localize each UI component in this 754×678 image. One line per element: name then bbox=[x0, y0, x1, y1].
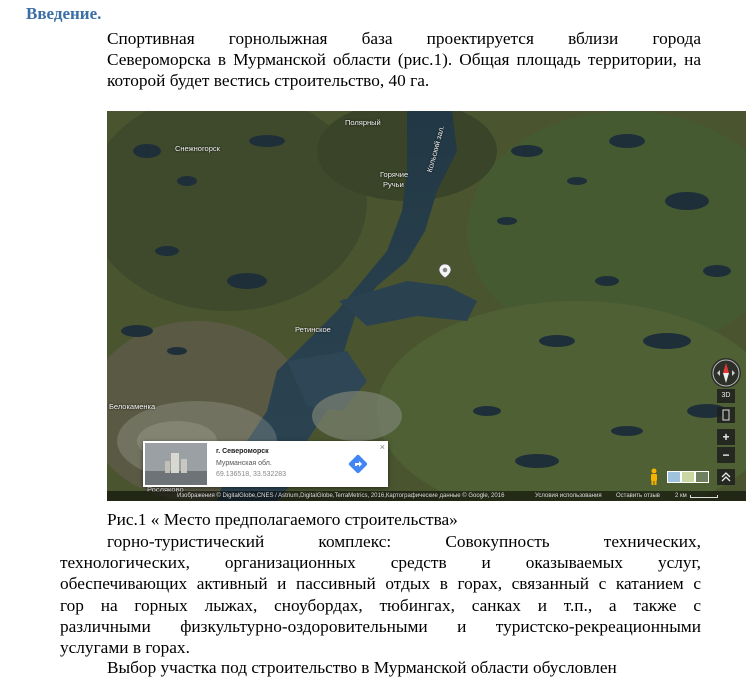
map-attribution-bar: Изображения © DigitalGlobe,CNES / Astriu… bbox=[107, 491, 746, 501]
place-region: Мурманская обл. bbox=[216, 460, 272, 467]
figure-caption: Рис.1 « Место предполагаемого строительс… bbox=[107, 510, 458, 529]
layer-thumb-1[interactable] bbox=[667, 471, 681, 483]
intro-line-2: Североморска в Мурманской области (рис.1… bbox=[107, 50, 701, 70]
tilt-icon bbox=[722, 409, 730, 421]
map-label-polyarny: Полярный bbox=[345, 118, 381, 127]
tilt-button[interactable] bbox=[717, 407, 735, 423]
selection-paragraph: Выбор участка под строительство в Мурман… bbox=[107, 658, 617, 677]
zoom-out-button[interactable]: − bbox=[717, 447, 735, 463]
place-info-card[interactable]: г. Североморск Мурманская обл. 69.136518… bbox=[143, 441, 388, 487]
definition-line-4: гор на горных лыжах, сноубордах, тюбинга… bbox=[60, 595, 701, 615]
close-icon[interactable]: × bbox=[380, 442, 385, 452]
layer-thumbnails[interactable] bbox=[667, 471, 709, 483]
terms-link[interactable]: Условия использования bbox=[535, 491, 602, 501]
satellite-map[interactable]: Полярный Снежногорск Горячие Ручьи Кольс… bbox=[107, 111, 746, 501]
definition-line-2: технологических, организационных средств… bbox=[60, 553, 701, 573]
definition-line-6: услугами в горах. bbox=[60, 638, 190, 658]
view-3d-button[interactable]: 3D bbox=[717, 389, 735, 403]
intro-line-3: которой будет вестись строительство, 40 … bbox=[107, 71, 430, 91]
definition-line-3: обеспечивающих активный и пассивный отды… bbox=[60, 574, 701, 594]
place-title: г. Североморск bbox=[216, 448, 269, 455]
layer-thumb-3[interactable] bbox=[695, 471, 709, 483]
map-label-belokamenka: Белокаменка bbox=[109, 402, 156, 411]
definition-line-5: различными физкультурно-оздоровительными… bbox=[60, 616, 701, 636]
expand-chevron-icon bbox=[721, 472, 731, 482]
layer-thumb-2[interactable] bbox=[681, 471, 695, 483]
scale-bar bbox=[690, 495, 718, 498]
location-marker-icon[interactable] bbox=[438, 263, 452, 279]
directions-arrow-icon[interactable] bbox=[348, 454, 368, 474]
scale-label: 2 км bbox=[675, 493, 687, 499]
zoom-in-button[interactable]: + bbox=[717, 429, 735, 445]
compass-icon[interactable] bbox=[711, 358, 741, 388]
map-label-snezhnogorsk: Снежногорск bbox=[175, 144, 220, 153]
map-label-ruchi: Ручьи bbox=[383, 180, 404, 189]
map-label-goryachie: Горячие bbox=[380, 170, 409, 179]
place-coordinates: 69.136518, 33.532283 bbox=[216, 471, 287, 478]
intro-paragraph: Спортивная горнолыжная база проектируетс… bbox=[60, 28, 701, 92]
feedback-link[interactable]: Оставить отзыв bbox=[616, 491, 660, 501]
definition-paragraph: горно-туристический комплекс: Совокупнос… bbox=[60, 531, 701, 658]
pegman-icon[interactable] bbox=[648, 468, 660, 486]
expand-button[interactable] bbox=[717, 469, 735, 485]
definition-line-1: горно-туристический комплекс: Совокупнос… bbox=[107, 532, 701, 551]
imagery-attribution: Изображения © DigitalGlobe,CNES / Astriu… bbox=[177, 493, 505, 499]
place-thumbnail[interactable] bbox=[145, 443, 207, 485]
map-label-retinskoe: Ретинское bbox=[295, 325, 331, 334]
intro-line-1: Спортивная горнолыжная база проектируетс… bbox=[107, 29, 701, 48]
section-heading: Введение. bbox=[26, 4, 102, 23]
